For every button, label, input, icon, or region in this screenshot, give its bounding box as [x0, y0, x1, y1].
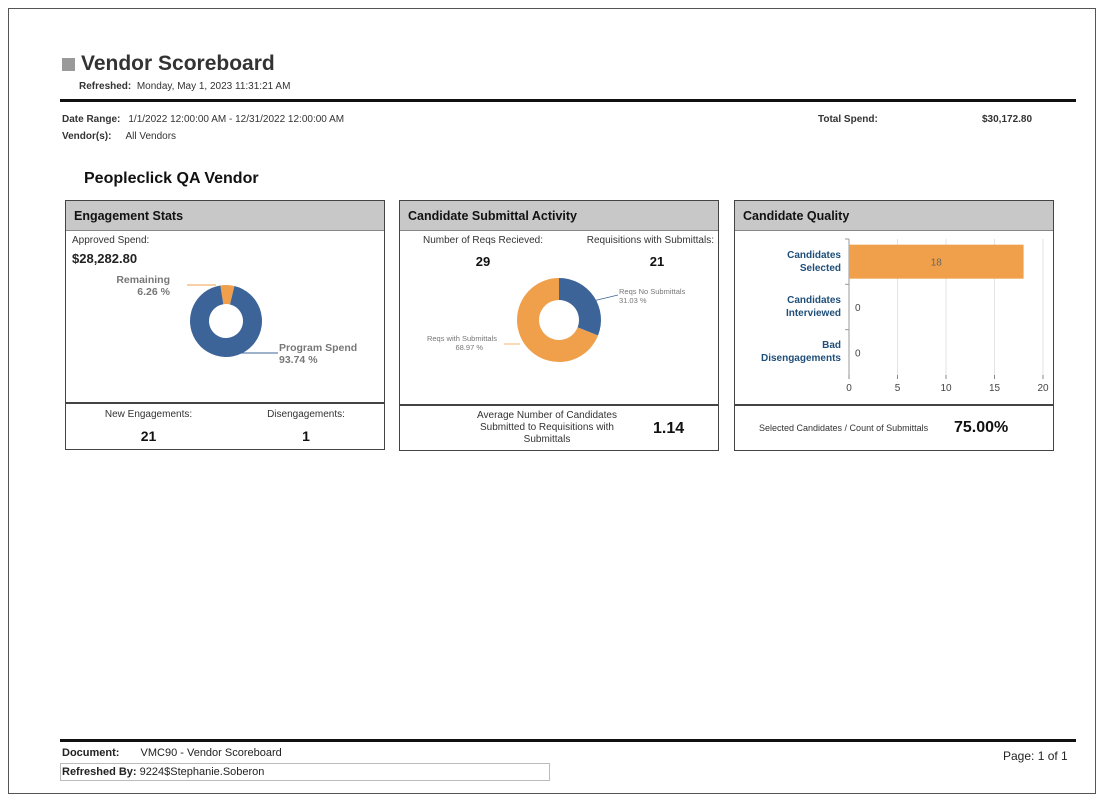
refreshed-line: Refreshed: Monday, May 1, 2023 11:31:21 …: [79, 81, 290, 92]
total-spend-value: $30,172.80: [982, 114, 1033, 125]
total-spend-label: Total Spend:: [818, 114, 878, 125]
vendors-value: All Vendors: [125, 131, 177, 142]
refreshed-by-label: Refreshed By:: [62, 766, 137, 778]
x-tick-label: 20: [1037, 383, 1049, 394]
refreshed-label: Refreshed:: [79, 81, 132, 92]
selection-ratio-box: Selected Candidates / Count of Submittal…: [734, 405, 1054, 451]
submittal-header: Candidate Submittal Activity: [400, 201, 718, 231]
quality-panel: Candidate Quality Candidates Selected Ca…: [734, 200, 1054, 405]
remaining-pct: 6.26 %: [137, 286, 170, 298]
document-label: Document:: [62, 747, 120, 759]
program-pct: 93.74 %: [279, 354, 318, 366]
vendors-label: Vendor(s):: [62, 131, 112, 142]
selection-ratio-value: 75.00%: [954, 419, 1009, 436]
date-range-label: Date Range:: [62, 114, 121, 125]
page-number: Page: 1 of 1: [1003, 749, 1068, 763]
x-tick-label: 5: [895, 383, 901, 394]
no-submittals-leader-line: [592, 294, 619, 302]
refreshed-value: Monday, May 1, 2023 11:31:21 AM: [136, 81, 291, 92]
title-square-icon: [62, 57, 75, 71]
new-engagements-value: 21: [140, 428, 157, 444]
submittal-donut-chart: Reqs No Submittals 31.03 % Reqs with Sub…: [427, 278, 686, 362]
header-rule: [60, 99, 1076, 102]
remaining-label: Remaining: [116, 274, 170, 286]
disengagements-label: Disengagements:: [267, 409, 345, 420]
engagement-panel: Engagement Stats Approved Spend: $28,282…: [65, 200, 385, 403]
refreshed-by-line: Refreshed By: 9224$Stephanie.Soberon: [62, 766, 264, 778]
submittal-panel: Candidate Submittal Activity Number of R…: [399, 200, 719, 405]
bar-value-label: 0: [855, 303, 861, 314]
vendor-heading: Peopleclick QA Vendor: [84, 170, 259, 187]
footer-rule: [60, 739, 1076, 742]
with-submittals-pct: 68.97 %: [455, 343, 483, 352]
title-row: Vendor Scoreboard: [62, 52, 275, 76]
x-tick-label: 10: [940, 383, 952, 394]
vendors: Vendor(s): All Vendors: [62, 131, 176, 142]
date-range: Date Range: 1/1/2022 12:00:00 AM - 12/31/…: [62, 114, 344, 125]
bar-value-label: 0: [855, 348, 861, 359]
document-value: VMC90 - Vendor Scoreboard: [140, 747, 282, 759]
page-title: Vendor Scoreboard: [81, 52, 275, 75]
x-tick-label: 15: [989, 383, 1001, 394]
x-tick-label: 0: [846, 383, 852, 394]
avg-candidates-value: 1.14: [653, 420, 685, 437]
disengagements-value: 1: [302, 428, 310, 444]
engagement-header: Engagement Stats: [66, 201, 384, 231]
refreshed-by-value: 9224$Stephanie.Soberon: [139, 766, 265, 778]
no-submittals-label: Reqs No Submittals: [619, 287, 686, 296]
quality-header: Candidate Quality: [735, 201, 1053, 231]
donut-slice-no-submittals: [559, 278, 601, 336]
program-label: Program Spend: [279, 342, 357, 354]
quality-bar-chart: 0 5 10 15 20 18 0 0: [845, 238, 1049, 394]
avg-candidates-box: Average Number of Candidates Submitted t…: [399, 405, 719, 451]
no-submittals-pct: 31.03 %: [619, 296, 647, 305]
avg-candidates-label: Average Number of Candidates Submitted t…: [477, 410, 617, 445]
date-range-value: 1/1/2022 12:00:00 AM - 12/31/2022 12:00:…: [128, 114, 345, 125]
engagement-counts-box: New Engagements: 21 Disengagements: 1: [65, 403, 385, 450]
selection-ratio-label: Selected Candidates / Count of Submittal…: [759, 423, 929, 433]
engagement-donut-chart: Remaining 6.26 % Program Spend 93.74 %: [116, 274, 357, 366]
bar-value-label: 18: [931, 258, 943, 269]
document-line: Document: VMC90 - Vendor Scoreboard: [62, 747, 282, 759]
new-engagements-label: New Engagements:: [104, 409, 193, 420]
with-submittals-label: Reqs with Submittals: [427, 334, 497, 343]
